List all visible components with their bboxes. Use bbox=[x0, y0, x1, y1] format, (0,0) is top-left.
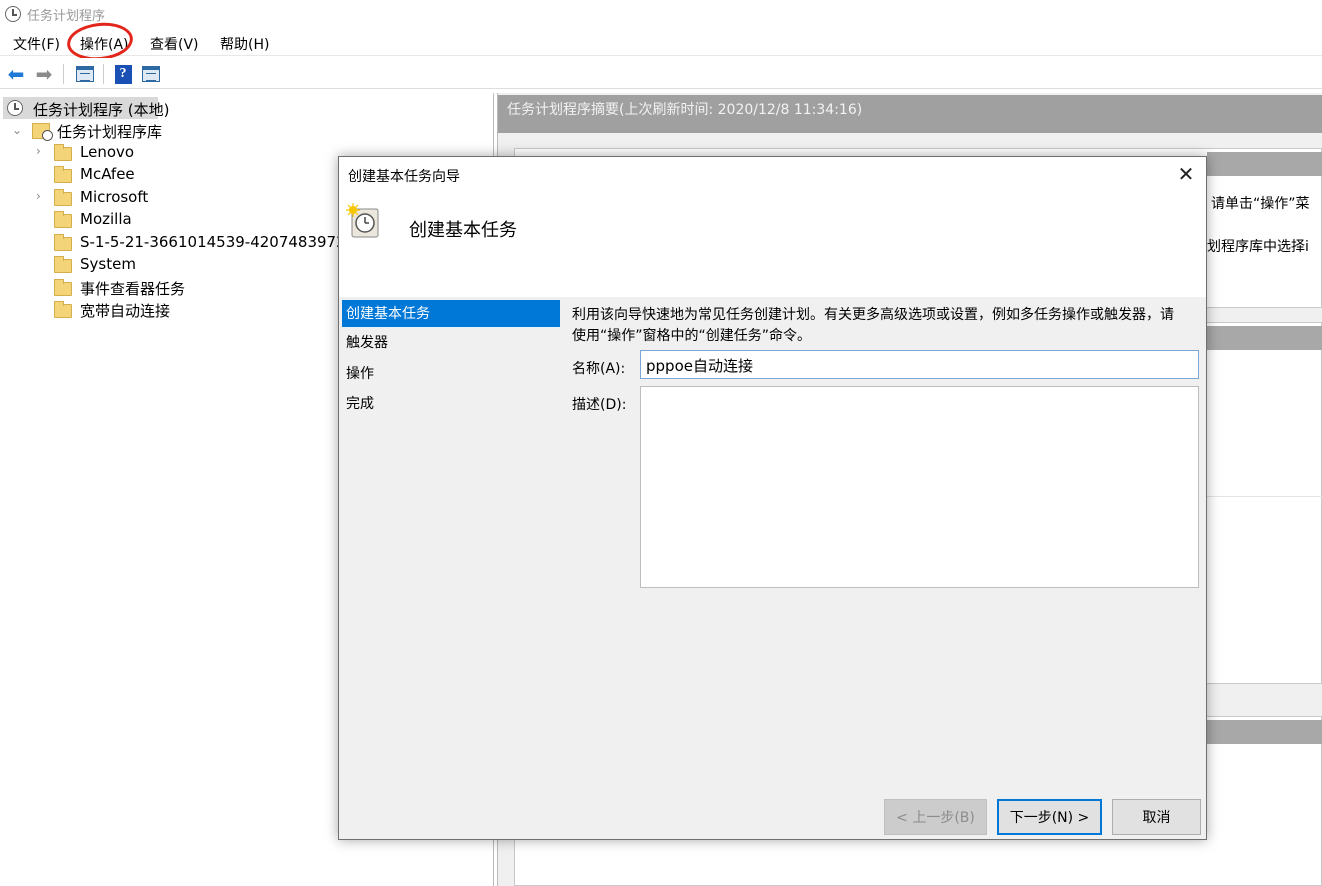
tree-item-label: System bbox=[80, 255, 136, 273]
show-hide-tree-button[interactable] bbox=[74, 63, 96, 85]
menu-help[interactable]: 帮助(H) bbox=[220, 34, 269, 54]
tree-item-microsoft[interactable]: › Microsoft bbox=[0, 188, 200, 210]
tree-root-label: 任务计划程序 (本地) bbox=[33, 101, 170, 119]
tree-item-label: Mozilla bbox=[80, 210, 132, 228]
task-library-icon bbox=[32, 123, 53, 141]
step-trigger[interactable]: 触发器 bbox=[346, 332, 388, 352]
folder-icon bbox=[54, 189, 72, 206]
menu-action[interactable]: 操作(A) bbox=[80, 34, 129, 54]
toolbar: ⬅ ➡ ? bbox=[0, 58, 1322, 89]
tree-item-label: S-1-5-21-3661014539-4207483972- bbox=[80, 233, 338, 251]
folder-icon bbox=[54, 144, 72, 161]
help-icon: ? bbox=[114, 64, 132, 84]
tree-item-label: Microsoft bbox=[80, 188, 149, 206]
folder-icon bbox=[54, 166, 72, 183]
task-status-header bbox=[1207, 326, 1322, 350]
chevron-down-icon[interactable]: ⌄ bbox=[12, 123, 22, 137]
show-action-pane-button[interactable] bbox=[140, 63, 162, 85]
summary-header-text: 任务计划程序摘要(上次刷新时间: 2020/12/8 11:34:16) bbox=[507, 102, 863, 118]
folder-icon bbox=[54, 234, 72, 251]
wizard-description: 利用该向导快速地为常见任务创建计划。有关更多高级选项或设置，例如多任务操作或触发… bbox=[572, 307, 1174, 344]
step-create-basic-task[interactable]: 创建基本任务 bbox=[346, 303, 430, 323]
folder-icon bbox=[54, 256, 72, 273]
tree-item-mozilla[interactable]: Mozilla bbox=[0, 210, 200, 232]
toolbar-separator bbox=[63, 64, 64, 84]
tree-item-mcafee[interactable]: McAfee bbox=[0, 165, 200, 187]
tree-root[interactable]: 任务计划程序 (本地) bbox=[0, 98, 170, 120]
name-label: 名称(A): bbox=[572, 361, 626, 377]
action-pane-icon bbox=[142, 66, 160, 82]
description-field[interactable] bbox=[640, 386, 1199, 588]
step-finish[interactable]: 完成 bbox=[346, 393, 374, 413]
show-pane-icon bbox=[76, 66, 94, 82]
tree-library-label: 任务计划程序库 bbox=[57, 123, 163, 141]
step-action[interactable]: 操作 bbox=[346, 363, 374, 383]
tree-item-sid[interactable]: S-1-5-21-3661014539-4207483972- bbox=[0, 233, 338, 255]
wizard-clock-icon bbox=[346, 203, 382, 239]
chevron-right-icon[interactable]: › bbox=[36, 144, 41, 158]
clock-icon bbox=[5, 6, 21, 22]
tree-item-lenovo[interactable]: › Lenovo bbox=[0, 143, 200, 165]
name-field[interactable]: pppoe自动连接 bbox=[640, 350, 1199, 379]
cancel-button[interactable]: 取消 bbox=[1112, 799, 1201, 835]
menu-bar: 文件(F) 操作(A) 查看(V) 帮助(H) bbox=[0, 30, 1322, 56]
back-button[interactable]: < 上一步(B) bbox=[884, 799, 987, 835]
back-button[interactable]: ⬅ bbox=[5, 63, 27, 85]
tree-library[interactable]: ⌄ 任务计划程序库 bbox=[0, 120, 180, 142]
forward-arrow-icon: ➡ bbox=[35, 62, 53, 86]
menu-file[interactable]: 文件(F) bbox=[13, 34, 60, 54]
tree-item-label: 宽带自动连接 bbox=[80, 302, 171, 320]
overview-text-1: 请单击“操作”菜 bbox=[1211, 196, 1310, 212]
overview-section-header bbox=[1207, 152, 1322, 176]
dialog-title: 创建基本任务向导 bbox=[348, 169, 460, 185]
next-button[interactable]: 下一步(N) > bbox=[997, 799, 1102, 835]
window-title: 任务计划程序 bbox=[27, 9, 106, 24]
folder-icon bbox=[54, 279, 72, 296]
overview-text-2: 划程序库中选择i bbox=[1207, 239, 1309, 255]
divider bbox=[1207, 496, 1322, 497]
tree-item-system[interactable]: System bbox=[0, 255, 200, 277]
tree-item-label: McAfee bbox=[80, 165, 135, 183]
description-label: 描述(D): bbox=[572, 397, 627, 413]
tree-item-event-viewer[interactable]: 事件查看器任务 bbox=[0, 278, 200, 300]
folder-icon bbox=[54, 211, 72, 228]
tree-item-label: Lenovo bbox=[80, 143, 135, 161]
forward-button[interactable]: ➡ bbox=[33, 63, 55, 85]
title-bar: 任务计划程序 bbox=[0, 0, 1322, 28]
menu-view[interactable]: 查看(V) bbox=[150, 34, 199, 54]
help-button[interactable]: ? bbox=[112, 63, 134, 85]
folder-icon bbox=[54, 301, 72, 318]
toolbar-separator bbox=[103, 64, 104, 84]
tree-item-broadband[interactable]: 宽带自动连接 bbox=[0, 300, 200, 322]
clock-icon bbox=[7, 100, 23, 116]
chevron-right-icon[interactable]: › bbox=[36, 189, 41, 203]
tree-item-label: 事件查看器任务 bbox=[80, 280, 186, 298]
back-arrow-icon: ⬅ bbox=[7, 62, 25, 86]
close-icon[interactable]: ✕ bbox=[1172, 160, 1200, 188]
active-tasks-header bbox=[1207, 720, 1322, 744]
wizard-heading: 创建基本任务 bbox=[409, 220, 517, 241]
